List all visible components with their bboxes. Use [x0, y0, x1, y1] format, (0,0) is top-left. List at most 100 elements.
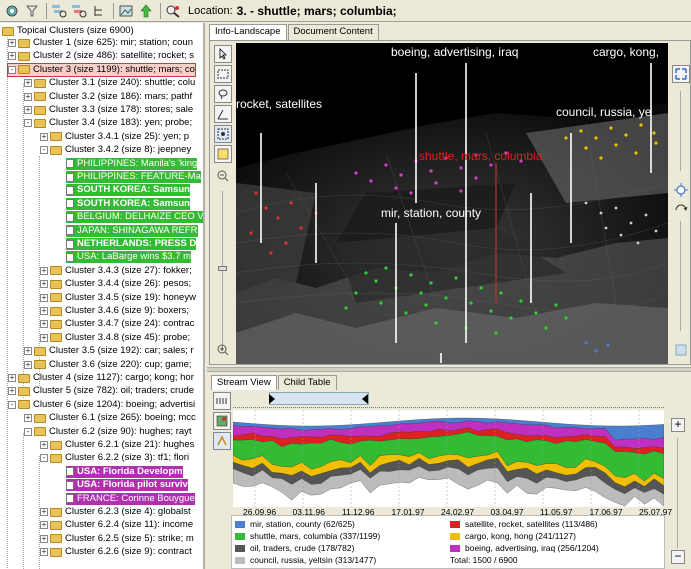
tree-document-item[interactable]: BELGIUM: DELHAIZE CEO V — [66, 211, 203, 224]
tab-info-landscape[interactable]: Info-Landscape — [209, 24, 287, 40]
expand-icon[interactable]: + — [8, 52, 16, 61]
tree-cluster-item[interactable]: + Cluster 4 (size 1127): cargo; kong; hor — [8, 372, 194, 384]
lasso-icon[interactable] — [214, 85, 232, 103]
expand-icon[interactable]: + — [8, 39, 16, 47]
expand-icon[interactable]: + — [8, 374, 16, 382]
tab-document-content[interactable]: Document Content — [287, 24, 379, 40]
tree-cluster-item[interactable]: - Cluster 6.2 (size 90): hughes; rayt — [24, 426, 192, 438]
label-boeing[interactable]: boeing, advertising, iraq — [391, 45, 518, 59]
expand-icon[interactable]: + — [40, 280, 48, 289]
label-cargo[interactable]: cargo, kong, — [593, 45, 659, 59]
tree-cluster-item[interactable]: + Cluster 3.3 (size 178): stores; sale — [24, 104, 193, 116]
expand-icon[interactable]: + — [24, 360, 32, 369]
expand-icon[interactable]: + — [40, 548, 48, 557]
expand-icon[interactable]: + — [8, 387, 16, 396]
label-rocket[interactable]: rocket, satellites — [236, 97, 322, 111]
label-shuttle[interactable]: shuttle, mars, columbia — [419, 149, 542, 163]
tree-cluster-item[interactable]: + Cluster 6.2.4 (size 11): income — [40, 519, 193, 531]
tree-document-item[interactable]: SOUTH KOREA: Samsun — [66, 197, 190, 210]
tree-cluster-item[interactable]: - Cluster 6 (size 1204): boeing; advertis… — [8, 399, 195, 411]
fit-view-icon[interactable] — [672, 65, 690, 83]
stream-zoom-track[interactable] — [677, 438, 678, 548]
tree-cluster-item[interactable]: + Cluster 6.2.1 (size 21): hughes — [40, 439, 194, 451]
time-range-slider[interactable] — [269, 392, 369, 405]
tree-document-item[interactable]: USA: LaBarge wins $3.7 m — [66, 251, 192, 264]
legend-item-mir[interactable]: mir, station, county (62/625) — [235, 519, 355, 529]
rotate-icon[interactable] — [672, 199, 690, 217]
panel-splitter[interactable] — [207, 367, 691, 372]
tree-cluster-item[interactable]: + Cluster 3.4.3 (size 27): fokker; — [40, 265, 192, 277]
tree-cluster-item[interactable]: + Cluster 3.2 (size 186): mars; pathf — [24, 91, 192, 103]
zoom-out-button[interactable]: − — [671, 550, 685, 564]
tree-document-item[interactable]: SOUTH KOREA: Samsun — [66, 184, 190, 197]
tree-document-item[interactable]: JAPAN: SHINAGAWA REFR — [66, 224, 198, 237]
light-icon[interactable] — [672, 181, 690, 199]
expand-icon[interactable]: + — [40, 307, 48, 315]
tree-cluster-item[interactable]: - Cluster 6.2.2 (size 3): tf1; flori — [40, 452, 189, 464]
zoom-in-button[interactable]: + — [671, 418, 685, 432]
tree-cluster-item[interactable]: + Cluster 3.4.8 (size 45): probe; — [40, 332, 190, 344]
filter-icon[interactable] — [23, 2, 41, 20]
expand-icon[interactable]: + — [24, 347, 32, 356]
overview-icon[interactable] — [672, 341, 690, 359]
image-icon[interactable] — [117, 2, 135, 20]
pointer-icon[interactable] — [214, 45, 232, 63]
tree-document-item[interactable]: USA: Florida Developm — [66, 465, 183, 478]
tree-cluster-item[interactable]: + Cluster 6.2.3 (size 4): globalst — [40, 506, 191, 518]
zoom-slider-thumb[interactable] — [218, 266, 227, 271]
expand-icon[interactable]: + — [24, 92, 32, 101]
expand-icon[interactable]: + — [40, 521, 48, 530]
tree-root[interactable]: Topical Clusters (size 6900) — [2, 25, 134, 37]
grid-select-icon[interactable] — [214, 125, 232, 143]
legend-item-oil[interactable]: oil, traders, crude (178/782) — [235, 543, 354, 553]
expand-icon[interactable]: + — [40, 534, 48, 543]
zoom-in-icon[interactable] — [214, 341, 232, 359]
tree-cluster-item[interactable]: + Cluster 3.4.7 (size 24): contrac — [40, 318, 194, 330]
tree-document-item[interactable]: PHILIPPINES: Manila's 'king — [66, 157, 198, 170]
vertical-slider-track[interactable] — [680, 91, 681, 171]
stream-graph[interactable] — [232, 410, 665, 507]
zoom-out-icon[interactable] — [214, 167, 232, 185]
up-arrow-icon[interactable] — [137, 2, 155, 20]
zoom-icon[interactable] — [164, 2, 182, 20]
stream-image-icon[interactable] — [213, 412, 231, 430]
tree-document-item[interactable]: NETHERLANDS: PRESS D — [66, 238, 197, 250]
legend-item-cargo[interactable]: cargo, kong, hong (241/1127) — [450, 531, 576, 541]
topical-clusters-tree[interactable]: Topical Clusters (size 6900) + Cluster 1 … — [0, 23, 205, 569]
tree-cluster-item[interactable]: - Cluster 3.4 (size 183): yen; probe; — [24, 117, 192, 129]
expand-icon[interactable]: + — [40, 333, 48, 342]
collapse-icon[interactable]: - — [40, 454, 48, 463]
collapse-icon[interactable]: - — [8, 65, 16, 74]
tree-cluster-item[interactable]: + Cluster 3.4.6 (size 9): boxers; — [40, 305, 189, 317]
collapse-icon[interactable]: - — [24, 119, 32, 128]
label-council[interactable]: council, russia, ye — [556, 105, 651, 119]
rectangle-select-icon[interactable] — [214, 65, 232, 83]
expand-icon[interactable]: + — [40, 508, 48, 516]
tree-document-item[interactable]: FRANCE: Corinne Bouygue — [66, 492, 195, 505]
tab-child-table[interactable]: Child Table — [277, 375, 337, 391]
rotation-slider-track[interactable] — [680, 221, 681, 331]
tree-cluster-item[interactable]: + Cluster 3.4.4 (size 26): pesos; — [40, 278, 191, 290]
zoom-slider-track[interactable] — [222, 191, 223, 351]
search-docs-icon[interactable] — [70, 2, 88, 20]
legend-item-boeing[interactable]: boeing, advertising, iraq (256/1204) — [450, 543, 599, 553]
legend-item-council[interactable]: council, russia, yeltsin (313/1477) — [235, 555, 376, 565]
collapse-icon[interactable]: - — [24, 427, 32, 436]
info-landscape-view[interactable]: boeing, advertising, iraq cargo, kong, r… — [236, 43, 668, 364]
tree-cluster-item[interactable]: + Cluster 3.1 (size 240): shuttle; colu — [24, 77, 195, 89]
legend-item-satellite[interactable]: satellite, rocket, satellites (113/486) — [450, 519, 598, 529]
range-end-handle[interactable] — [362, 394, 368, 404]
expand-icon[interactable]: + — [24, 79, 32, 88]
expand-icon[interactable]: + — [40, 266, 48, 275]
stream-settings-icon[interactable] — [213, 392, 231, 410]
tree-cluster-item[interactable]: + Cluster 6.2.6 (size 9): contract — [40, 546, 192, 558]
angle-tool-icon[interactable] — [214, 105, 232, 123]
tree-cluster-item[interactable]: - Cluster 3 (size 1199): shuttle; mars; c… — [7, 62, 196, 77]
legend-item-shuttle[interactable]: shuttle, mars, columbia (337/1199) — [235, 531, 380, 541]
tree-cluster-item[interactable]: - Cluster 3.4.2 (size 8): jeepney — [40, 144, 191, 156]
tree-cluster-item[interactable]: + Cluster 1 (size 625): mir; station; cou… — [8, 37, 193, 49]
collapse-icon[interactable]: - — [40, 146, 48, 155]
collapse-icon[interactable]: - — [8, 400, 16, 409]
expand-icon[interactable]: + — [24, 106, 32, 114]
expand-icon[interactable]: + — [40, 320, 48, 329]
